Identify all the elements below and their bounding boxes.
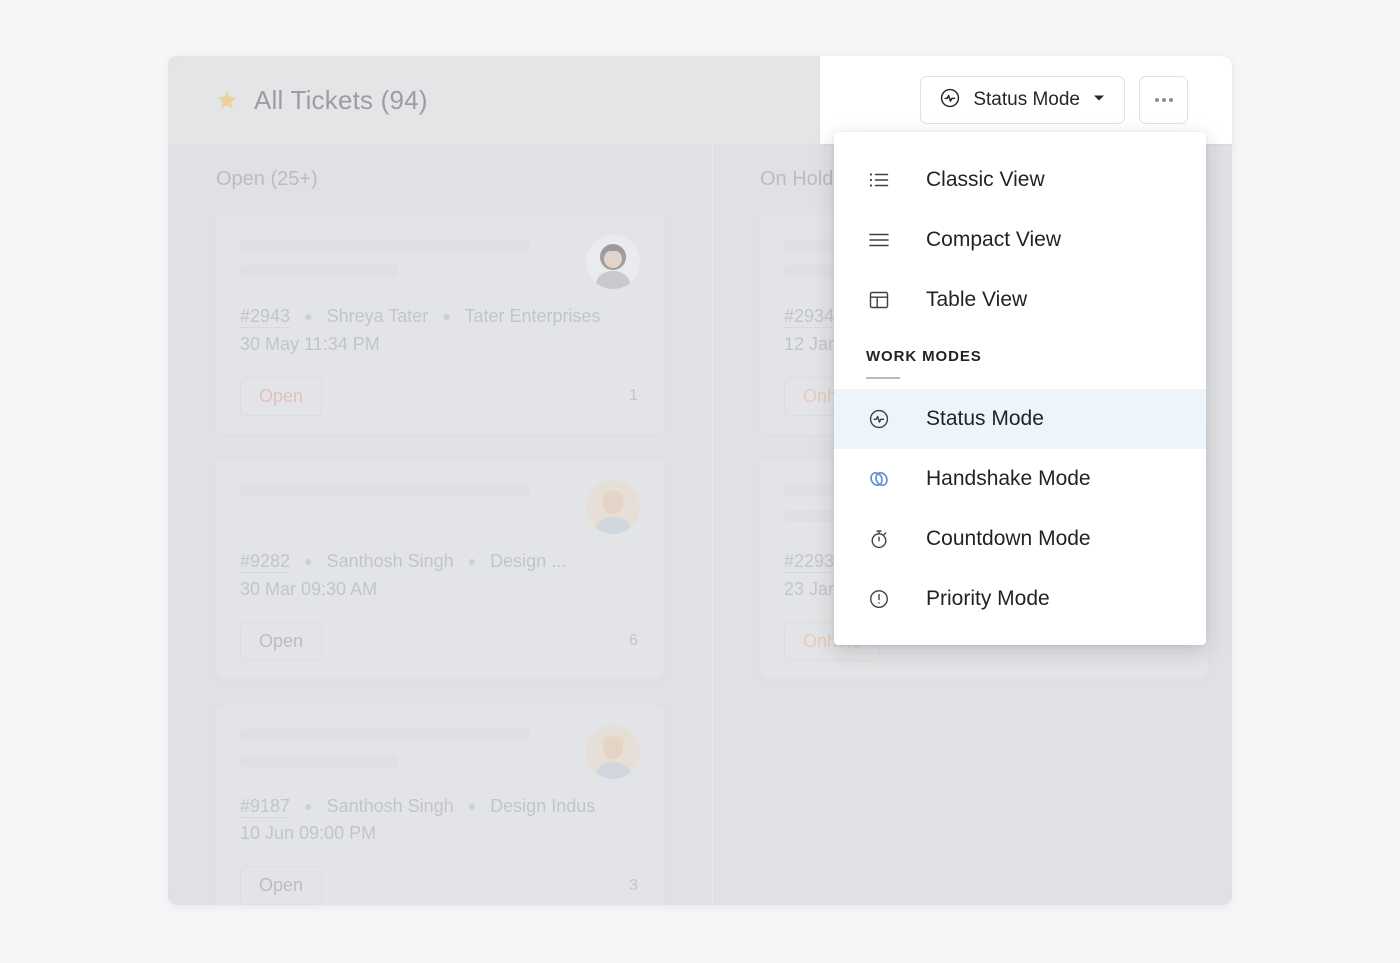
separator-dot: ● <box>467 553 477 570</box>
exclamation-circle-icon <box>866 588 892 610</box>
work-mode-dropdown-menu: Classic View Compact View Table View WOR… <box>834 132 1206 645</box>
status-mode-button-label: Status Mode <box>973 89 1080 110</box>
card-bottom: Open 3 <box>240 866 640 905</box>
requester-name: Shreya Tater <box>326 306 429 326</box>
account-name: Tater Enterprises <box>464 306 601 326</box>
skeleton-line <box>240 754 399 767</box>
activity-pulse-icon <box>866 408 892 430</box>
menu-item-table-view[interactable]: Table View <box>834 270 1206 330</box>
card-bottom: Open 6 <box>240 621 640 661</box>
skeleton-line <box>240 483 531 496</box>
card-bottom: Open 1 <box>240 376 640 416</box>
ticket-card[interactable]: #9282 ● Santhosh Singh ● Design ... 30 M… <box>216 459 664 679</box>
menu-item-compact-view[interactable]: Compact View <box>834 210 1206 270</box>
status-badge[interactable]: Open <box>240 376 323 416</box>
chevron-down-icon <box>1092 91 1106 110</box>
skeleton-line <box>240 728 531 741</box>
menu-item-countdown-mode[interactable]: Countdown Mode <box>834 509 1206 569</box>
skeleton-line <box>240 239 531 251</box>
card-meta: #2943 ● Shreya Tater ● Tater Enterprises <box>240 303 640 331</box>
menu-item-label: Classic View <box>926 168 1045 191</box>
skeleton-placeholder <box>240 480 570 496</box>
board-toolbar: Status Mode <box>820 56 1232 144</box>
bulleted-list-icon <box>866 169 892 191</box>
avatar[interactable] <box>586 235 640 289</box>
stopwatch-icon <box>866 528 892 550</box>
section-divider <box>866 377 900 379</box>
menu-item-status-mode[interactable]: Status Mode <box>834 389 1206 449</box>
card-timestamp: 30 Mar 09:30 AM <box>240 578 378 599</box>
status-mode-button[interactable]: Status Mode <box>920 76 1125 124</box>
ticket-id[interactable]: #9282 <box>240 550 291 573</box>
menu-section-title: WORK MODES <box>866 348 982 365</box>
ticket-id[interactable]: #9187 <box>240 795 291 818</box>
avatar-man-blond-icon <box>586 479 640 534</box>
separator-dot: ● <box>304 553 313 570</box>
avatar-man-blond-icon <box>586 724 640 779</box>
card-timestamp: 10 Jun 09:00 PM <box>240 823 377 844</box>
skeleton-placeholder <box>240 235 570 277</box>
status-badge[interactable]: Open <box>240 621 323 661</box>
menu-item-label: Priority Mode <box>926 587 1050 610</box>
column-title-open: Open (25+) <box>216 168 318 190</box>
linked-rings-icon <box>866 467 892 491</box>
menu-item-label: Countdown Mode <box>926 527 1091 550</box>
card-meta: #9187 ● Santhosh Singh ● Design Indus <box>240 793 640 821</box>
card-count: 3 <box>629 876 638 894</box>
ticket-id[interactable]: #2293 <box>784 550 835 573</box>
requester-name: Santhosh Singh <box>326 795 454 816</box>
menu-item-classic-view[interactable]: Classic View <box>834 150 1206 210</box>
skeleton-line <box>240 265 399 277</box>
separator-dot: ● <box>467 797 477 814</box>
more-options-button[interactable] <box>1139 76 1188 124</box>
separator-dot: ● <box>304 797 313 814</box>
card-count: 1 <box>629 387 638 405</box>
skeleton-placeholder <box>240 725 570 767</box>
menu-item-priority-mode[interactable]: Priority Mode <box>834 569 1206 629</box>
activity-pulse-icon <box>939 87 961 114</box>
menu-item-label: Handshake Mode <box>926 467 1091 490</box>
avatar[interactable] <box>586 479 640 534</box>
card-timestamp: 30 May 11:34 PM <box>240 333 380 354</box>
account-name: Design ... <box>490 550 567 571</box>
avatar-woman-dark-hair-icon <box>586 235 640 289</box>
ticket-id[interactable]: #2934 <box>784 306 835 328</box>
table-grid-icon <box>866 289 892 311</box>
more-horizontal-icon <box>1154 98 1173 102</box>
requester-name: Santhosh Singh <box>326 550 454 571</box>
separator-dot: ● <box>304 308 313 325</box>
avatar[interactable] <box>586 724 640 779</box>
ticket-id[interactable]: #2943 <box>240 306 291 328</box>
card-top <box>240 235 640 289</box>
separator-dot: ● <box>442 308 451 325</box>
status-badge[interactable]: Open <box>240 866 323 905</box>
ticket-card[interactable]: #2943 ● Shreya Tater ● Tater Enterprises… <box>216 215 664 434</box>
account-name: Design Indus <box>490 795 596 816</box>
card-count: 6 <box>629 632 638 650</box>
menu-item-handshake-mode[interactable]: Handshake Mode <box>834 449 1206 509</box>
star-icon[interactable] <box>216 89 238 111</box>
menu-item-label: Table View <box>926 288 1028 311</box>
card-meta: #9282 ● Santhosh Singh ● Design ... <box>240 548 640 576</box>
menu-item-label: Compact View <box>926 228 1062 251</box>
column-open: Open (25+) #2943 ● Shreya Tater ● Tater … <box>168 144 712 905</box>
menu-item-label: Status Mode <box>926 407 1044 430</box>
page-title: All Tickets (94) <box>254 84 428 115</box>
ticket-card[interactable]: #9187 ● Santhosh Singh ● Design Indus 10… <box>216 704 664 905</box>
horizontal-lines-icon <box>866 229 892 251</box>
card-top <box>240 724 640 779</box>
card-top <box>240 479 640 534</box>
menu-section-work-modes: WORK MODES <box>834 330 1206 379</box>
